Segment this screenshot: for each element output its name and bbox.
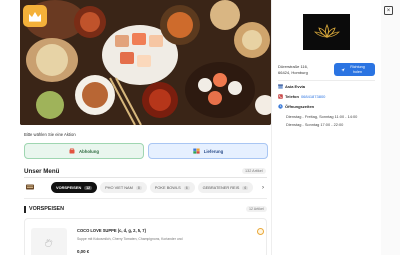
- clock-icon: [278, 104, 283, 109]
- list-icon[interactable]: [26, 184, 34, 190]
- section-title: VORSPEISEN: [29, 206, 65, 212]
- close-icon[interactable]: ×: [384, 6, 393, 15]
- action-prompt: Bitte wählen Sie eine Aktion: [24, 132, 76, 137]
- crown-icon: [29, 11, 41, 22]
- tab-count: 6: [183, 185, 190, 190]
- delivery-button[interactable]: Lieferung: [148, 143, 268, 159]
- delivery-icon: [193, 148, 200, 154]
- tab-vorspeisen[interactable]: VORSPEISEN 12: [51, 182, 98, 193]
- item-thumbnail: [31, 228, 67, 255]
- crown-badge: [23, 5, 47, 27]
- lotus-logo-icon: [313, 23, 340, 39]
- right-gutter: [381, 0, 400, 255]
- category-divider: [24, 198, 267, 199]
- menu-divider: [24, 177, 267, 178]
- tab-poke-bowls[interactable]: POKE BOWLS 6: [149, 182, 195, 193]
- tab-count: 12: [84, 185, 93, 190]
- menu-item-count: 132 Artikel: [242, 168, 266, 174]
- delivery-label: Lieferung: [203, 148, 224, 154]
- tab-label: VORSPEISEN: [56, 185, 82, 190]
- hours-row: Öffnungszeiten: [278, 104, 314, 109]
- pickup-button[interactable]: Abholung: [24, 143, 144, 159]
- tab-count: 8: [135, 185, 142, 190]
- tab-label: GEBRATENER REIS: [202, 185, 240, 190]
- store-icon: [278, 84, 283, 89]
- item-price: 0,00 €: [77, 249, 90, 254]
- restaurant-name-row: Asia Evvia: [278, 84, 305, 89]
- restaurant-hero-image: [20, 0, 271, 125]
- restaurant-address: Dürerstraße 116, 66424, Homburg: [278, 64, 308, 75]
- category-tabs: VORSPEISEN 12 PHO VIET NAM 8 POKE BOWLS …: [51, 182, 254, 193]
- item-description: Suppe mit Kokosmilch, Cherry Tomaten, Ch…: [77, 237, 183, 241]
- section-marker: [24, 206, 26, 213]
- tab-label: PHO VIET NAM: [105, 185, 133, 190]
- get-directions-button[interactable]: Richtung holen: [334, 63, 375, 76]
- hours-line-1: Dienstag - Freitag, Sonntag 11:00 - 14:0…: [286, 114, 358, 119]
- chevron-right-icon[interactable]: ›: [259, 184, 267, 192]
- address-line-1: Dürerstraße 116,: [278, 64, 308, 69]
- food-illustration: [20, 0, 271, 125]
- section-count: 12 Artikel: [246, 206, 267, 212]
- pickup-label: Abholung: [78, 148, 100, 154]
- hours-line-2: Dienstag - Sonntag 17:00 - 22:00: [286, 122, 344, 127]
- restaurant-name: Asia Evvia: [285, 84, 306, 89]
- item-info-badge: [257, 228, 264, 235]
- address-line-2: 66424, Homburg: [278, 69, 308, 75]
- hand-icon: [45, 239, 53, 247]
- tab-label: POKE BOWLS: [154, 185, 181, 190]
- phone-link[interactable]: 06841873800: [301, 94, 325, 99]
- phone-key: Telefon: [285, 94, 299, 99]
- tab-pho-viet-nam[interactable]: PHO VIET NAM 8: [100, 182, 147, 193]
- phone-icon: [278, 94, 283, 99]
- navigation-icon: [340, 67, 345, 72]
- tab-count: 6: [242, 185, 249, 190]
- menu-item-card[interactable]: COCO LOVE SUPPE (c, d, g, 2, 5, 7) Suppe…: [24, 218, 267, 255]
- directions-label: Richtung holen: [350, 65, 365, 74]
- phone-row: Telefon 06841873800: [278, 94, 325, 99]
- menu-title: Unser Menü: [24, 168, 60, 175]
- item-name: COCO LOVE SUPPE (c, d, g, 2, 5, 7): [77, 228, 146, 233]
- restaurant-logo: [303, 14, 350, 50]
- bag-icon: [69, 148, 75, 154]
- info-divider: [278, 80, 375, 81]
- tab-gebratener-reis[interactable]: GEBRATENER REIS 6: [197, 182, 254, 193]
- hours-key: Öffnungszeiten: [285, 104, 315, 109]
